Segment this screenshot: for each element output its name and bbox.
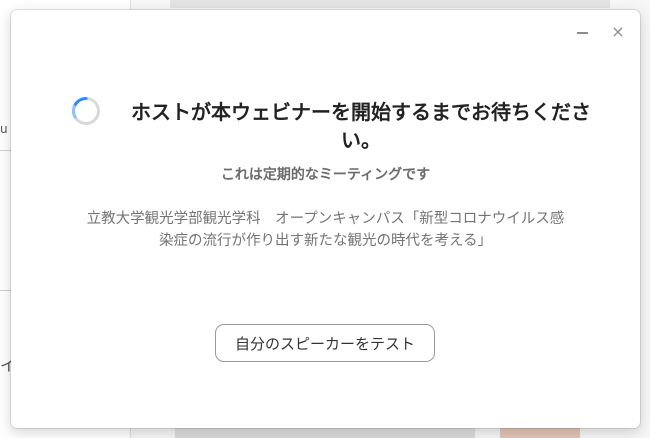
test-speaker-button[interactable]: 自分のスピーカーをテスト bbox=[215, 324, 435, 362]
waiting-heading: ホストが本ウェビナーを開始するまでお待ちください。 bbox=[131, 100, 591, 152]
webinar-topic-line: 立教大学観光学部観光学科 オープンキャンパス「新型コロナウイルス感 bbox=[86, 211, 565, 227]
recurring-meeting-note: これは定期的なミーティングです bbox=[220, 167, 431, 183]
minimize-button[interactable] bbox=[572, 22, 592, 42]
loading-spinner-icon bbox=[72, 97, 100, 125]
background-edge-text: u bbox=[0, 122, 8, 136]
close-button[interactable]: × bbox=[608, 22, 628, 42]
minimize-icon bbox=[577, 32, 588, 34]
webinar-topic-line: 染症の流行が作り出す新たな観光の時代を考える」 bbox=[158, 233, 493, 249]
background-top-bar bbox=[170, 0, 610, 8]
webinar-topic: 立教大学観光学部観光学科 オープンキャンパス「新型コロナウイルス感 染症の流行が… bbox=[51, 208, 600, 252]
close-icon: × bbox=[611, 22, 625, 41]
waiting-for-host-dialog: × ホストが本ウェビナーを開始するまでお待ちください。 これは定期的なミーティン… bbox=[11, 10, 640, 428]
